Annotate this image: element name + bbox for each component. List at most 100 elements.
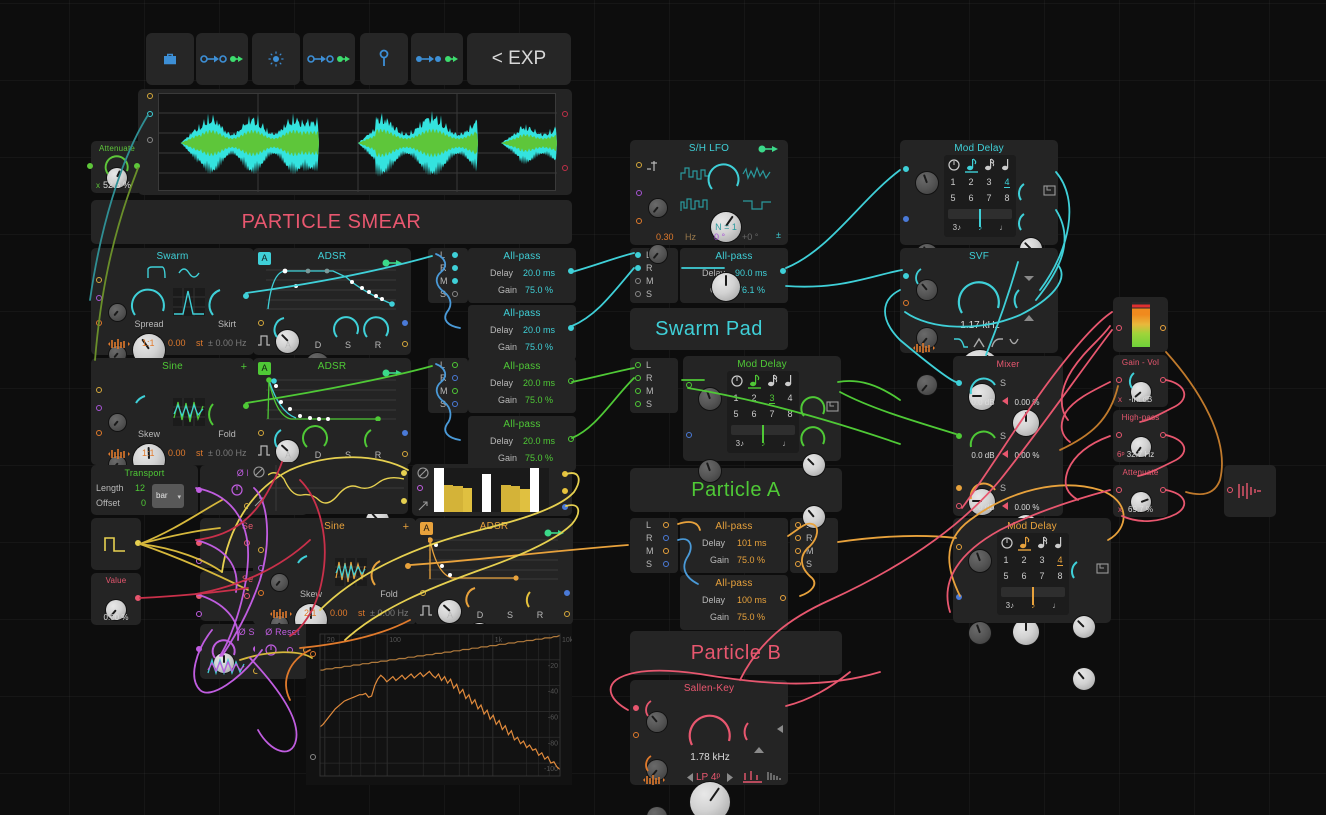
md2-div-3[interactable]: 3 (769, 393, 774, 404)
chan-port-s[interactable] (452, 291, 458, 297)
allpass-4-out[interactable] (568, 378, 574, 384)
sine-upper-out-port[interactable] (243, 403, 249, 409)
value-value[interactable]: 0.00 % (91, 613, 141, 622)
mod-delay-3-in-1[interactable] (956, 544, 962, 550)
reset-2-out[interactable] (287, 647, 293, 653)
toolbar-button-route-1[interactable] (196, 33, 248, 85)
mod-delay-2-note-row[interactable] (727, 373, 799, 389)
mod-delay-3-knob-1[interactable] (969, 550, 991, 572)
chan3-port-s[interactable] (452, 401, 458, 407)
transport-offset-value[interactable]: 0 (141, 498, 146, 508)
step-sequencer-module[interactable] (412, 464, 572, 516)
sk-prev-icon[interactable] (686, 773, 694, 782)
mixer-module[interactable]: Mixer 0.0 dB S 0.00 % 0.0 dB S 0.00 % 0.… (953, 356, 1063, 516)
mixer-ch3-in-2[interactable] (956, 503, 962, 509)
waveform-port-out-2[interactable] (562, 165, 568, 171)
swarm-port-c[interactable] (96, 320, 102, 326)
allpass-5-delay-value[interactable]: 20.0 ms (523, 436, 555, 446)
adsr-1-out-port-2[interactable] (402, 341, 408, 347)
sk-in-port[interactable] (633, 705, 639, 711)
swarm-detune[interactable]: 0.00 (168, 338, 186, 348)
md1-trip-1[interactable]: 3♪ (953, 223, 961, 232)
sine-lower-drift[interactable]: ± 0.00 Hz (370, 608, 408, 618)
allpass-3-out[interactable] (780, 268, 786, 274)
allpass-module-1[interactable]: All-pass Delay 20.0 ms Gain 75.0 % (468, 248, 576, 303)
channel-sel-3[interactable]: L R M S (428, 358, 468, 413)
md2-trip-1[interactable]: 3♪ (736, 439, 744, 448)
step-seq-in[interactable] (417, 485, 423, 491)
md1-div-7[interactable]: 7 (986, 193, 991, 203)
expand-icon-2[interactable] (417, 500, 429, 512)
level-meter-module[interactable] (1113, 297, 1168, 352)
sk-cutoff-knob[interactable] (690, 782, 730, 815)
meter-out-port[interactable] (1160, 325, 1166, 331)
gate-out-port[interactable] (135, 540, 141, 546)
mod-delay-2-grid[interactable]: 1 2 3 4 5 6 7 8 3♪ ♪ ♩ (727, 371, 799, 453)
waveform-port-out-1[interactable] (562, 111, 568, 117)
waveform-port-in-3[interactable] (147, 137, 153, 143)
swarm-module[interactable]: Swarm Spread Skirt (91, 248, 254, 355)
allpass-4-delay-value[interactable]: 20.0 ms (523, 378, 555, 388)
channel-sel-1[interactable]: L R M S (428, 248, 468, 303)
allpass-3-delay-value[interactable]: 90.0 ms (735, 268, 767, 278)
toolbar-button-exp[interactable]: < EXP (467, 33, 571, 85)
adsr-2-port-in[interactable] (258, 430, 264, 436)
chan4-port-l[interactable] (635, 362, 641, 368)
sh-lfo-port-b[interactable] (636, 190, 642, 196)
header-swarm-pad[interactable]: Swarm Pad (630, 308, 788, 350)
mod-delay-3-in-2[interactable] (956, 594, 962, 600)
mixer-ch2-pan[interactable]: 0.00 % (1009, 451, 1045, 460)
mod-delay-1-grid[interactable]: 1 2 3 4 5 6 7 8 3♪ ♪ ♩ (944, 155, 1016, 237)
md3-trip-1[interactable]: 3♪ (1006, 601, 1014, 610)
md1-div-1[interactable]: 1 (950, 177, 955, 188)
swarm-ratio[interactable]: 1:1 (142, 338, 155, 348)
sel-in-1-port-b[interactable] (244, 540, 250, 546)
md1-trip-3[interactable]: ♩ (999, 223, 1007, 232)
md3-div-8[interactable]: 8 (1057, 571, 1062, 581)
mod-delay-3-mix-knob[interactable] (1073, 668, 1095, 690)
mixer-ch1-mute-icon[interactable] (1002, 397, 1010, 405)
md3-div-2[interactable]: 2 (1021, 555, 1026, 566)
high-pass-module[interactable]: High-pass 32.7 Hz 6ᵖ (1113, 410, 1168, 462)
mixer-ch1-pan[interactable]: 0.00 % (1009, 398, 1045, 407)
chan6-port-s[interactable] (795, 561, 801, 567)
attenuate-out-port[interactable] (134, 163, 140, 169)
mixer-ch1-solo[interactable]: S (1000, 378, 1006, 388)
chan-port-m[interactable] (452, 278, 458, 284)
mod-delay-3-grid[interactable]: 1 2 3 4 5 6 7 8 3♪ ♪ ♩ (997, 533, 1069, 615)
chan2-port-r[interactable] (635, 265, 641, 271)
mixer-ch1-gain[interactable]: 0.0 dB (965, 398, 1001, 407)
adsr-3-port-in[interactable] (420, 590, 426, 596)
allpass-1-out[interactable] (568, 268, 574, 274)
sk-cutoff-value[interactable]: 1.78 kHz (684, 752, 736, 763)
mod-delay-3-knob-2[interactable] (969, 622, 991, 644)
allpass-6-gain-value[interactable]: 75.0 % (737, 555, 765, 565)
mod-delay-module-2[interactable]: Mod Delay 1 2 3 4 5 6 7 8 (683, 356, 841, 461)
allpass-module-6[interactable]: All-pass Delay 101 ms Gain 75.0 % (680, 518, 788, 573)
sk-next-icon[interactable] (726, 773, 734, 782)
sk-mode-label[interactable]: LP 4ᵖ (696, 772, 720, 783)
chan5-port-m[interactable] (663, 548, 669, 554)
step-seq-out-1[interactable] (562, 471, 568, 477)
allpass-7-out[interactable] (780, 595, 786, 601)
adsr-1-port-in[interactable] (258, 320, 264, 326)
spectrum-in-1[interactable] (310, 651, 316, 657)
transport-length-value[interactable]: 12 (135, 483, 145, 493)
mixer-ch2-solo[interactable]: S (1000, 431, 1006, 441)
sine-upper-port-a[interactable] (96, 387, 102, 393)
allpass-module-2[interactable]: All-pass Delay 20.0 ms Gain 75.0 % (468, 305, 576, 360)
sel-in-2-port-d[interactable] (196, 611, 202, 617)
seq-step[interactable] (444, 485, 454, 512)
allpass-6-delay-value[interactable]: 101 ms (737, 538, 767, 548)
mixer-ch3-gain[interactable]: 0.0 dB (965, 503, 1001, 512)
output-in-port[interactable] (1227, 487, 1233, 493)
chan4-port-r[interactable] (635, 375, 641, 381)
chan5-port-r[interactable] (663, 535, 669, 541)
adsr-module-2[interactable]: ADSR A A D S R (253, 358, 411, 465)
transport-module[interactable]: Transport Length 12 Offset 0 bar ▾ (91, 465, 198, 515)
channel-sel-5[interactable]: L R M S (630, 518, 678, 573)
sel-in-1-port-d[interactable] (196, 558, 202, 564)
md2-div-7[interactable]: 7 (769, 409, 774, 419)
allpass-module-7[interactable]: All-pass Delay 100 ms Gain 75.0 % (680, 575, 788, 630)
waveform-port-in-1[interactable] (147, 93, 153, 99)
